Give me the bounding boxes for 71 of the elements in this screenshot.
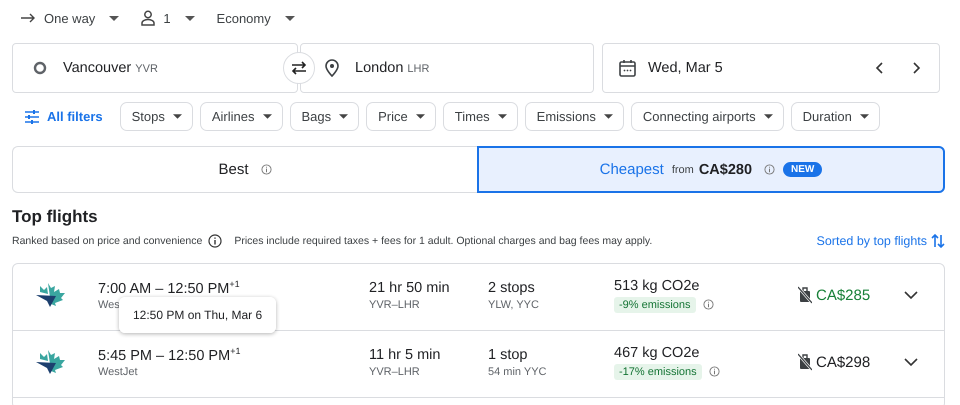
destination-field[interactable]: London LHR [300, 43, 594, 93]
caret-icon [416, 114, 425, 119]
flight-duration: 21 hr 50 min [369, 280, 450, 296]
origin-field[interactable]: Vancouver YVR [12, 43, 298, 93]
caret-icon [604, 114, 613, 119]
caret-icon [498, 114, 507, 119]
sort-tab[interactable]: Best [12, 146, 477, 193]
stop-count: 1 stop [488, 346, 528, 362]
filter-chip[interactable]: Price [366, 102, 436, 131]
location-pin-icon [325, 59, 339, 77]
caret-icon [860, 114, 869, 119]
route-codes: YVR–LHR [369, 366, 420, 378]
stop-count: 2 stops [488, 280, 535, 296]
emissions-value: 513 kg CO2e [614, 278, 700, 294]
all-filters-button[interactable]: All filters [24, 109, 103, 124]
stop-details: YLW, YYC [488, 298, 539, 310]
section-title: Top flights [12, 207, 99, 227]
person-icon [141, 10, 156, 26]
expand-chevron-icon[interactable] [904, 290, 918, 300]
sort-button[interactable]: Sorted by top flights [816, 233, 945, 249]
calendar-icon [619, 59, 636, 77]
caret-icon [764, 114, 773, 119]
emissions-tag: -9% emissions [614, 296, 696, 312]
trip-option-dropdown[interactable]: One way [20, 10, 120, 26]
filter-chip[interactable]: Duration [790, 102, 880, 131]
swap-button[interactable] [283, 52, 315, 84]
caret-icon [109, 16, 120, 20]
swap-icon [289, 61, 309, 75]
flight-times: 7:00 AM – 12:50 PM$^{+1}$ [98, 278, 240, 296]
trip-option-dropdown[interactable]: Economy [216, 10, 295, 26]
caret-icon [172, 114, 182, 119]
filter-chip[interactable]: Emissions [524, 102, 624, 131]
sliders-icon [24, 110, 40, 124]
maple-leaf-logo-icon [34, 281, 66, 309]
circle-icon [33, 61, 47, 75]
caret-icon [262, 114, 272, 119]
arrow-icon [20, 13, 36, 23]
info-icon[interactable] [208, 234, 222, 248]
date-tooltip: 12:50 PM on Thu, Mar 6 [119, 297, 276, 333]
flight-times: 5:45 PM – 12:50 PM$^{+1}$ [98, 346, 240, 364]
next-icon[interactable] [911, 61, 921, 75]
flight-duration: 11 hr 5 min [369, 346, 440, 362]
sort-tab[interactable]: Cheapest from CA$280 NEW [477, 146, 945, 193]
maple-leaf-logo-icon [34, 348, 66, 376]
prices-note: Prices include required taxes + fees for 1 adult. Optional charges and bag fees may apply. [234, 235, 652, 247]
airline-name: Wes [98, 299, 120, 312]
emissions-tag: -17% emissions [614, 364, 702, 380]
emissions-value: 467 kg CO2e [614, 344, 700, 360]
sort-arrows-icon [931, 233, 945, 249]
info-icon [764, 164, 776, 175]
caret-icon [184, 16, 195, 20]
filter-chip[interactable]: Airlines [200, 102, 282, 131]
date-field[interactable]: Wed, Mar 5 [602, 43, 940, 93]
expand-chevron-icon[interactable] [904, 358, 918, 366]
info-icon [260, 164, 272, 175]
route-codes: YVR–LHR [369, 298, 420, 310]
trip-option-dropdown[interactable]: 1 [141, 10, 195, 26]
filter-chip[interactable]: Times [442, 102, 518, 131]
flight-price: CA$285 [816, 286, 870, 304]
caret-icon [284, 16, 295, 20]
flight-price: CA$298 [816, 354, 870, 370]
airline-name: WestJet [98, 366, 138, 378]
caret-icon [339, 114, 348, 119]
filter-chip[interactable]: Bags [290, 102, 360, 131]
filter-chip[interactable]: Stops [120, 102, 193, 131]
no-bag-icon [798, 353, 812, 371]
previous-icon[interactable] [875, 61, 885, 75]
stop-details: 54 min YYC [488, 366, 546, 378]
ranking-note: Ranked based on price and convenience [12, 235, 202, 247]
filter-chip[interactable]: Connecting airports [630, 102, 784, 131]
no-bag-icon [798, 286, 812, 304]
